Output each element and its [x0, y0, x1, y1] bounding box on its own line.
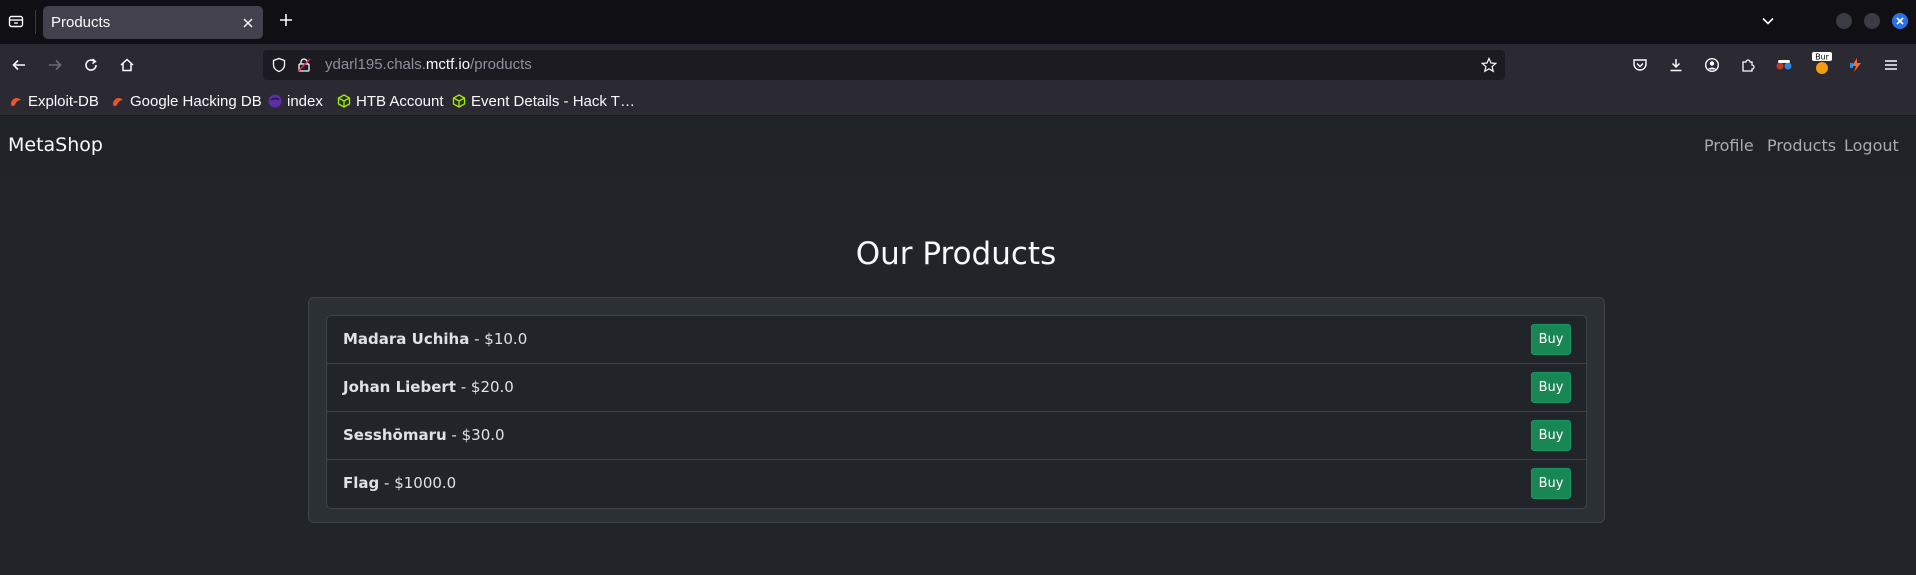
bookmark-label: index: [287, 92, 323, 110]
tab-separator: [35, 10, 36, 34]
product-text: Madara Uchiha - $10.0: [343, 330, 527, 348]
bookmark-exploit-db[interactable]: Exploit-DB: [9, 92, 99, 110]
burp-flame-icon[interactable]: [1847, 56, 1865, 74]
bookmark-event-details[interactable]: Event Details - Hack T…: [452, 92, 635, 110]
htb-cube-icon: [452, 94, 466, 108]
page-title: Our Products: [855, 236, 1057, 272]
downloads-icon[interactable]: [1667, 56, 1685, 74]
new-tab-plus-icon[interactable]: [278, 12, 294, 28]
product-list: Madara Uchiha - $10.0 Buy Johan Liebert …: [326, 315, 1587, 509]
close-window-button[interactable]: [1892, 13, 1908, 29]
extensions-puzzle-icon[interactable]: [1739, 56, 1757, 74]
browser-tab-strip: Products: [0, 0, 1916, 44]
buy-button[interactable]: Buy: [1531, 420, 1571, 451]
list-item: Flag - $1000.0 Buy: [327, 460, 1586, 508]
product-price: - $10.0: [469, 330, 528, 348]
nav-link-profile[interactable]: Profile: [1704, 136, 1754, 155]
insecure-lock-icon[interactable]: [296, 57, 312, 73]
web-page: MetaShop Profile Products Logout Our Pro…: [0, 117, 1916, 575]
nav-link-products[interactable]: Products: [1767, 136, 1836, 155]
bookmark-label: HTB Account: [356, 92, 444, 110]
site-brand-link[interactable]: MetaShop: [8, 134, 103, 156]
product-name: Flag: [343, 474, 380, 492]
maximize-window-button[interactable]: [1864, 13, 1880, 29]
list-item: Johan Liebert - $20.0 Buy: [327, 364, 1586, 412]
close-icon: [1896, 17, 1904, 25]
chevron-down-icon[interactable]: [1760, 13, 1776, 29]
close-tab-icon[interactable]: [241, 15, 255, 29]
spy-extension-icon[interactable]: [1775, 56, 1793, 74]
minimize-window-button[interactable]: [1836, 13, 1852, 29]
product-price: - $1000.0: [379, 474, 457, 492]
tab-title: Products: [51, 14, 111, 31]
buy-button[interactable]: Buy: [1531, 324, 1571, 355]
extension-badge-text: Bur: [1815, 53, 1830, 62]
ghdb-icon: [111, 94, 125, 108]
bookmark-google-hacking-db[interactable]: Google Hacking DB: [111, 92, 262, 110]
products-card: Madara Uchiha - $10.0 Buy Johan Liebert …: [308, 297, 1605, 523]
tab-overview-icon[interactable]: [6, 11, 26, 31]
browser-tab-products[interactable]: Products: [43, 6, 263, 39]
bookmarks-toolbar: Exploit-DB Google Hacking DB index HTB A…: [0, 86, 1916, 116]
htb-cube-icon: [337, 94, 351, 108]
reload-icon[interactable]: [82, 56, 100, 74]
product-price: - $20.0: [455, 378, 514, 396]
bookmark-index[interactable]: index: [268, 92, 323, 110]
buy-button[interactable]: Buy: [1531, 468, 1571, 499]
bookmark-label: Exploit-DB: [28, 92, 99, 110]
exploit-db-icon: [9, 94, 23, 108]
address-bar[interactable]: ydarl195.chals.mctf.io/products: [263, 50, 1505, 80]
bookmark-htb-account[interactable]: HTB Account: [337, 92, 444, 110]
burp-proxy-extension-icon[interactable]: Bur: [1811, 51, 1833, 75]
product-text: Flag - $1000.0: [343, 474, 456, 492]
product-name: Sesshōmaru: [343, 426, 447, 444]
pocket-icon[interactable]: [1631, 56, 1649, 74]
nav-link-logout[interactable]: Logout: [1844, 136, 1899, 155]
tracking-shield-icon[interactable]: [271, 57, 287, 73]
product-name: Madara Uchiha: [343, 330, 470, 348]
product-text: Johan Liebert - $20.0: [343, 378, 514, 396]
home-icon[interactable]: [118, 56, 136, 74]
list-item: Madara Uchiha - $10.0 Buy: [327, 316, 1586, 364]
index-icon: [268, 94, 282, 108]
site-navbar: MetaShop Profile Products Logout: [0, 117, 1916, 175]
hamburger-menu-icon[interactable]: [1882, 56, 1900, 74]
url-subdomain: ydarl195.chals.: [325, 56, 426, 73]
product-name: Johan Liebert: [343, 378, 456, 396]
bookmark-label: Event Details - Hack T…: [471, 92, 635, 110]
url-host: mctf.io: [425, 56, 471, 73]
product-text: Sesshōmaru - $30.0: [343, 426, 505, 444]
url-path: /products: [470, 56, 532, 73]
url-text: ydarl195.chals.mctf.io/products: [325, 56, 532, 73]
buy-button[interactable]: Buy: [1531, 372, 1571, 403]
browser-toolbar: ydarl195.chals.mctf.io/products Bur: [0, 44, 1916, 86]
account-icon[interactable]: [1703, 56, 1721, 74]
product-price: - $30.0: [446, 426, 505, 444]
bookmark-star-icon[interactable]: [1480, 57, 1498, 73]
back-arrow-icon[interactable]: [10, 56, 28, 74]
bookmark-label: Google Hacking DB: [130, 92, 262, 110]
forward-arrow-icon[interactable]: [46, 56, 64, 74]
list-item: Sesshōmaru - $30.0 Buy: [327, 412, 1586, 460]
